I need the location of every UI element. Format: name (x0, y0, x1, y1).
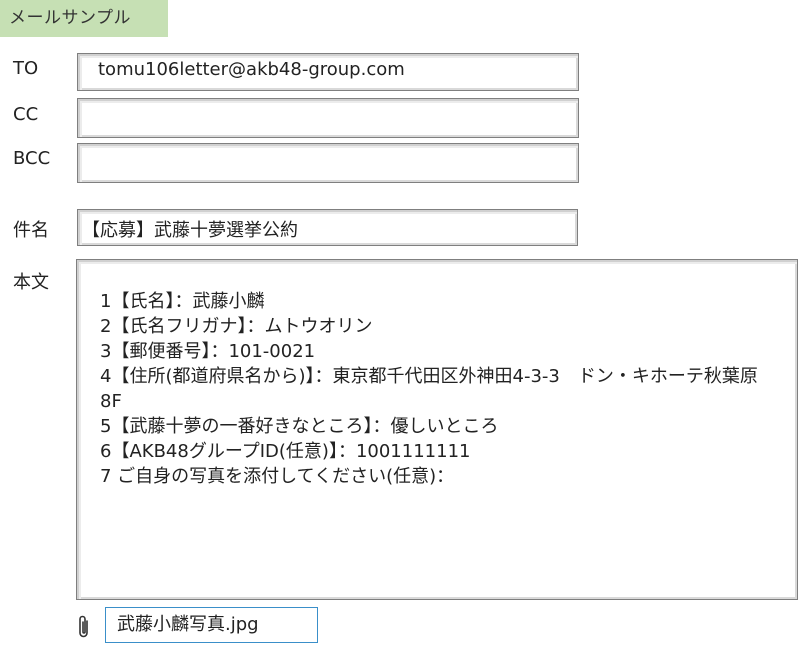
body-line-5: 5【武藤十夢の一番好きなところ】：優しいところ (100, 416, 499, 437)
body-line-6: 6【AKB48グループID(任意)】：1001111111 (100, 441, 471, 462)
body-field[interactable]: 1【氏名】：武藤小麟 2【氏名フリガナ】：ムトウオリン 3【郵便番号】：101-… (76, 259, 798, 600)
body-line-2: 2【氏名フリガナ】：ムトウオリン (100, 316, 373, 337)
subject-field[interactable]: 【応募】武藤十夢選挙公約 (77, 209, 578, 246)
bcc-label: BCC (13, 148, 51, 169)
body-label: 本文 (13, 272, 49, 293)
body-line-3: 3【郵便番号】：101-0021 (100, 341, 316, 362)
cc-label: CC (13, 104, 39, 125)
body-line-4: 4【住所(都道府県名から)】：東京都千代田区外神田4-3-3 ドン・キホーテ秋葉… (100, 366, 758, 412)
subject-label: 件名 (13, 220, 49, 241)
paperclip-icon[interactable] (76, 614, 92, 640)
body-line-7: 7 ご自身の写真を添付してください(任意)： (100, 466, 455, 487)
to-field[interactable]: tomu106letter@akb48-group.com (77, 53, 579, 91)
window-title: メールサンプル (0, 0, 168, 37)
cc-field[interactable] (77, 98, 579, 138)
attachment-file[interactable]: 武藤小麟写真.jpg (105, 607, 318, 643)
to-label: TO (13, 58, 39, 79)
bcc-field[interactable] (77, 143, 579, 183)
body-line-1: 1【氏名】：武藤小麟 (100, 291, 265, 312)
body-text: 1【氏名】：武藤小麟 2【氏名フリガナ】：ムトウオリン 3【郵便番号】：101-… (100, 289, 767, 489)
